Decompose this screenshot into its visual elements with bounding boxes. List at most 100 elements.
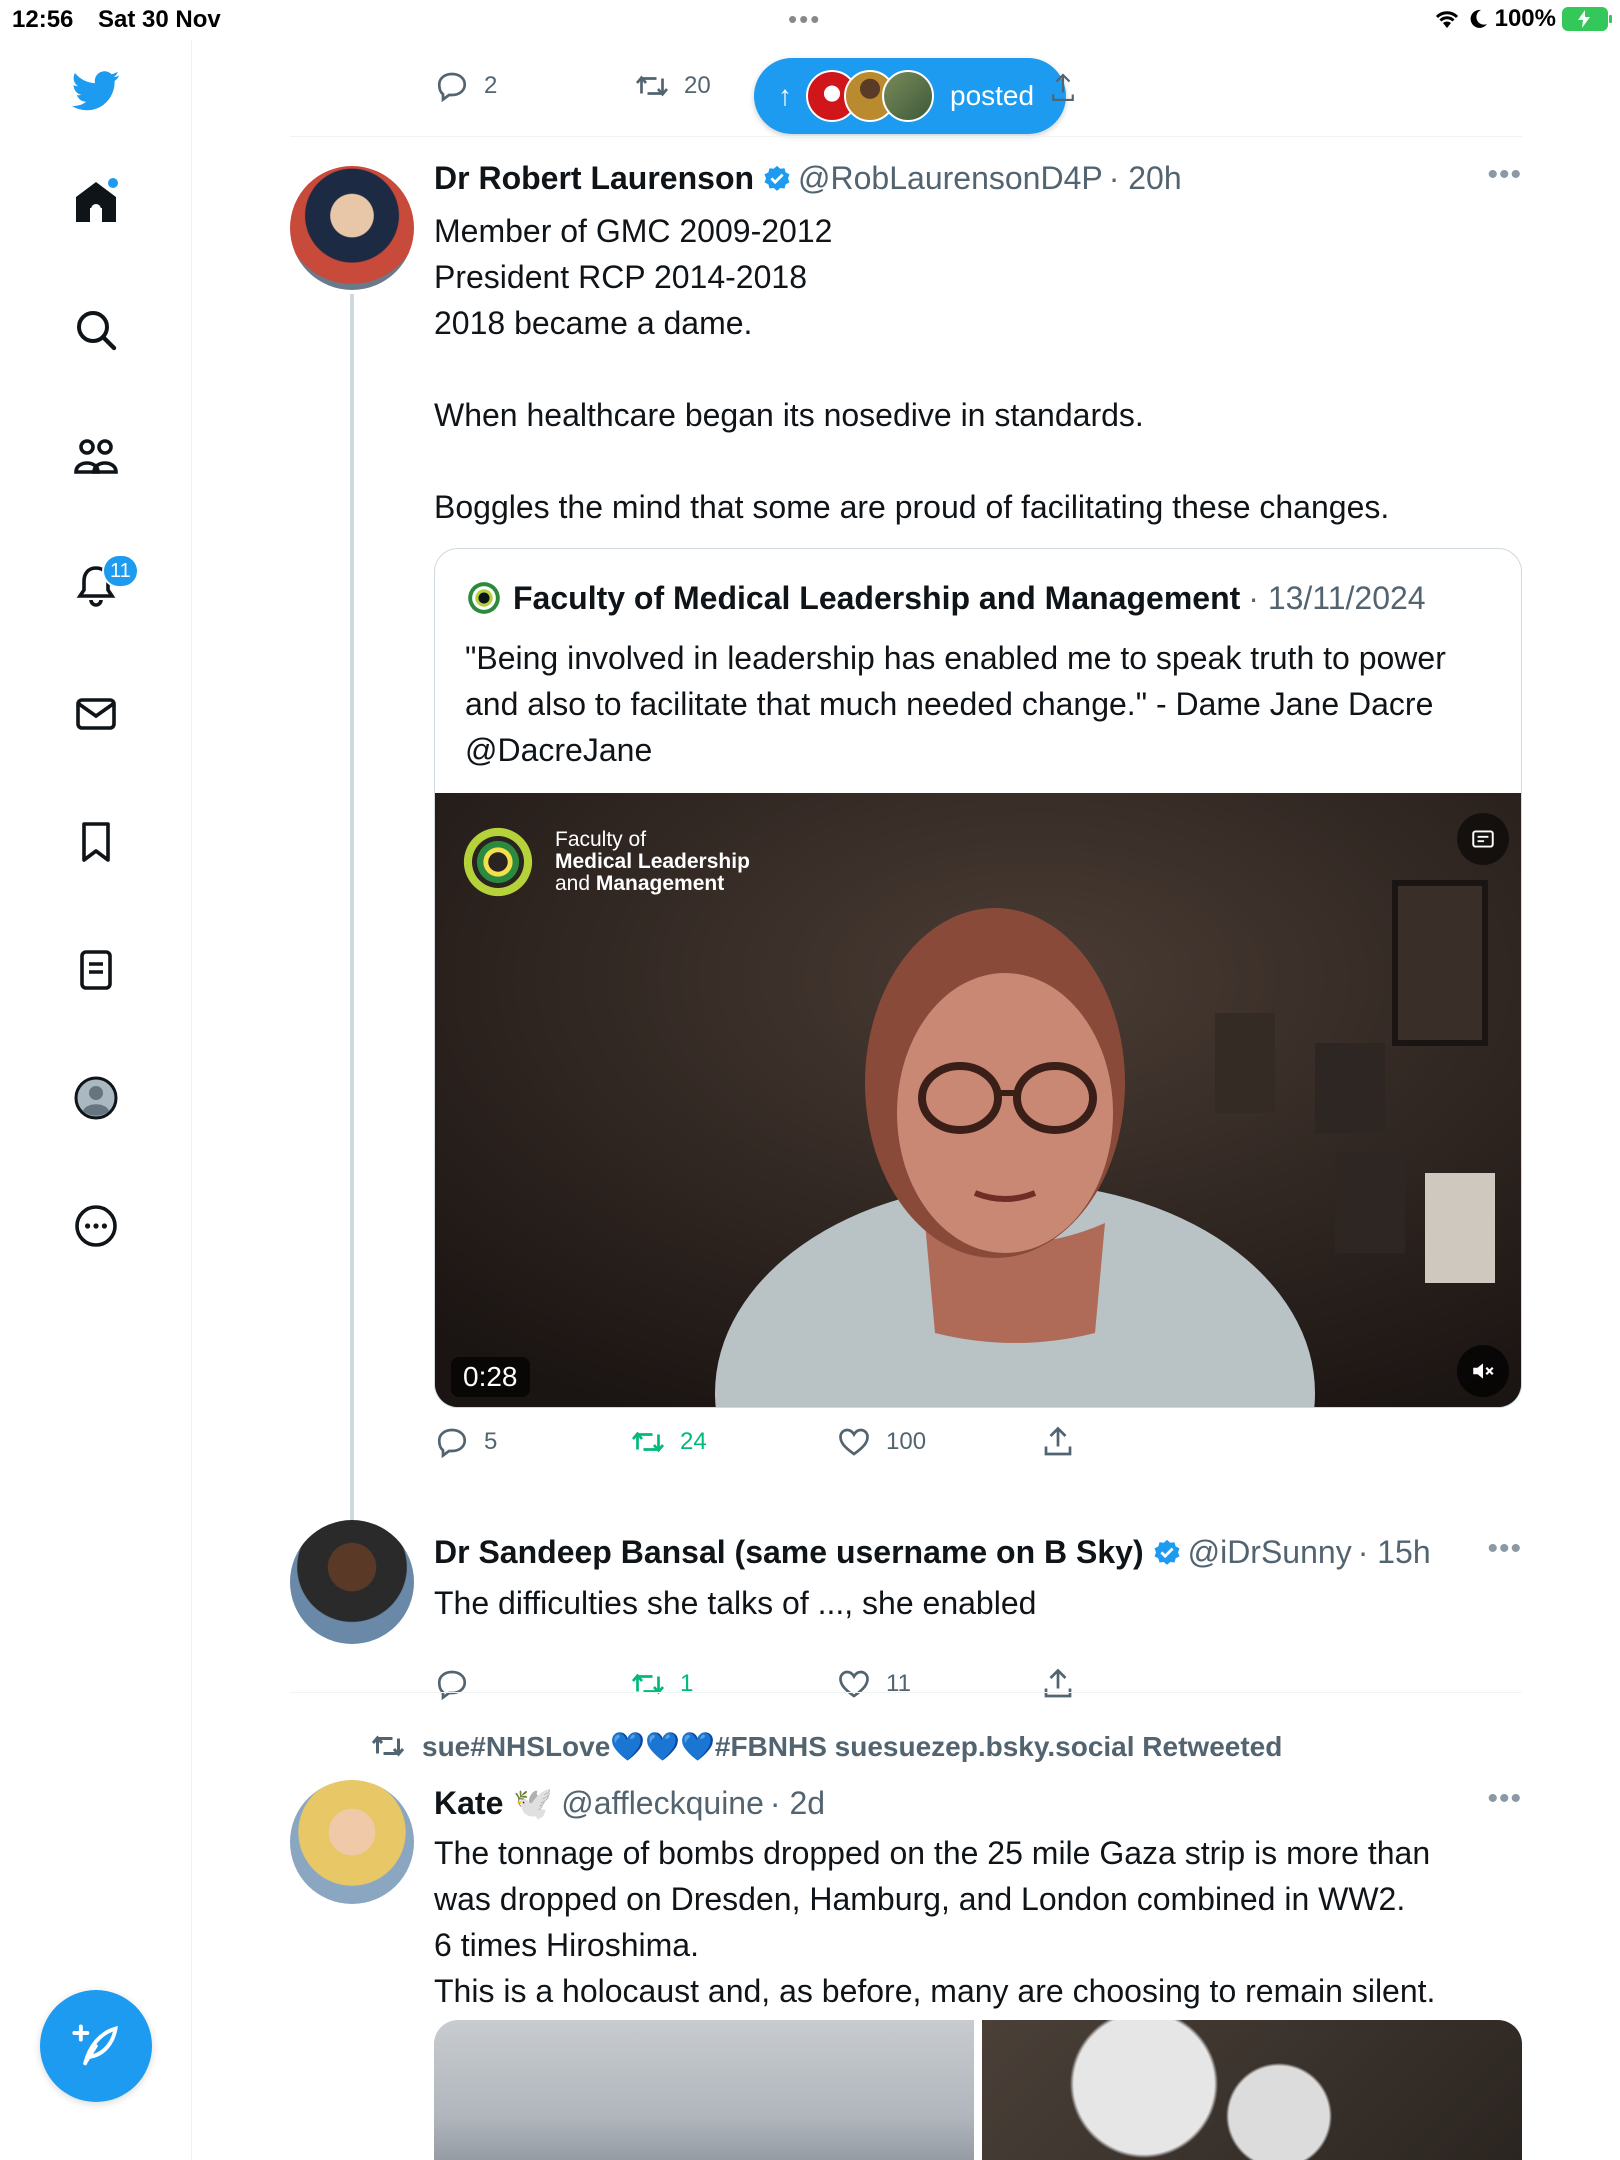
compose-tweet-button[interactable] (40, 1990, 152, 2102)
video-settings-icon (1472, 830, 1494, 848)
sidebar: 11 (0, 40, 192, 2160)
more-menu-icon[interactable]: ••• (1487, 1532, 1522, 1566)
retweet-button[interactable]: 1 (630, 1666, 693, 1702)
author-name[interactable]: Dr Robert Laurenson (434, 160, 754, 197)
tweet-time[interactable]: · 15h (1358, 1534, 1431, 1571)
video-watermark-logo: Faculty of Medical Leadership and Manage… (459, 823, 750, 901)
author-handle[interactable]: @iDrSunny (1188, 1534, 1352, 1571)
fmlm-logo-icon (468, 582, 500, 614)
retweet-count: 24 (680, 1428, 707, 1455)
more-options-icon[interactable] (60, 1190, 132, 1262)
status-time: 12:56 (12, 6, 74, 33)
reply-button[interactable]: 5 (434, 1424, 497, 1460)
compose-feather-icon (72, 2024, 118, 2066)
divider (290, 136, 1522, 137)
more-menu-icon[interactable]: ••• (1487, 1782, 1522, 1816)
battery-percent: 100% (1494, 5, 1556, 32)
reply-icon (437, 72, 467, 103)
notifications-bell-icon[interactable]: 11 (60, 550, 139, 622)
tweet-text: The tonnage of bombs dropped on the 25 m… (434, 1835, 1436, 2009)
like-button[interactable]: 11 (836, 1666, 911, 1702)
search-icon[interactable] (60, 294, 132, 366)
watermark-line: Medical Leadership (555, 850, 750, 873)
retweeted-by-line[interactable]: sue#NHSLove💙💙💙#FBNHS suesuezep.bsky.soci… (370, 1728, 1282, 1764)
wifi-icon (1435, 11, 1458, 28)
share-button[interactable] (1040, 1666, 1076, 1702)
home-icon[interactable] (60, 166, 132, 238)
more-menu-icon[interactable]: ••• (1487, 158, 1522, 192)
reply-count: 5 (484, 1428, 498, 1455)
communities-icon[interactable] (60, 422, 132, 494)
quote-text: "Being involved in leadership has enable… (465, 640, 1446, 768)
media-grid[interactable] (434, 2020, 1522, 2160)
lists-icon[interactable] (60, 934, 132, 1006)
bookmarks-icon[interactable] (60, 806, 132, 878)
verified-badge-icon (762, 164, 792, 194)
pill-label: posted (950, 80, 1035, 111)
quote-date: · 13/11/2024 (1248, 579, 1426, 616)
author-name[interactable]: Dr Sandeep Bansal (same username on B Sk… (434, 1534, 1144, 1571)
thread-line (350, 294, 354, 1524)
retweet-button[interactable]: 20 (634, 68, 711, 104)
retweet-button[interactable]: 24 (630, 1424, 707, 1460)
twitter-logo-icon[interactable] (60, 54, 132, 126)
messages-envelope-icon[interactable] (60, 678, 132, 750)
quote-author-name[interactable]: Faculty of Medical Leadership and Manage… (513, 580, 1240, 617)
retweet-icon (635, 75, 669, 97)
retweet-icon (631, 1673, 665, 1695)
video-duration: 0:28 (451, 1357, 530, 1397)
tweet-header: Kate 🕊️ @affleckquine · 2d (434, 1784, 825, 1822)
multitasking-dots-icon[interactable]: ••• (788, 4, 821, 35)
watermark-management: Management (595, 872, 725, 895)
reply-icon (437, 1428, 467, 1459)
author-name[interactable]: Kate (434, 1785, 503, 1822)
home-unread-dot (106, 176, 120, 190)
tweet-text: Member of GMC 2009-2012 President RCP 20… (434, 213, 1390, 525)
new-posts-pill[interactable]: ↑ posted (754, 58, 1066, 134)
divider (290, 1692, 1522, 1693)
retweet-count: 20 (684, 72, 711, 99)
heart-icon (839, 1428, 869, 1456)
moon-icon (1470, 9, 1487, 28)
heart-icon (839, 1670, 869, 1698)
battery-icon (1562, 7, 1612, 31)
tweet-header: Dr Sandeep Bansal (same username on B Sk… (434, 1534, 1431, 1571)
avatar[interactable] (290, 1520, 414, 1644)
reply-button[interactable]: 2 (434, 68, 497, 104)
reply-button[interactable] (434, 1666, 484, 1702)
retweet-count: 1 (680, 1670, 694, 1697)
share-icon (1044, 1668, 1072, 1698)
watermark-line: Faculty of (555, 828, 647, 851)
status-bar: 12:56 Sat 30 Nov ••• 100% (0, 0, 1620, 40)
reply-count: 2 (484, 72, 498, 99)
avatar[interactable] (290, 166, 414, 290)
author-handle[interactable]: @RobLaurensonD4P (798, 160, 1103, 197)
watermark-line: and Management (555, 873, 750, 895)
author-handle[interactable]: @affleckquine (561, 1785, 764, 1822)
status-right: 100% (1433, 5, 1612, 33)
arrow-up-icon: ↑ (778, 80, 792, 111)
speaker-muted-icon (1473, 1363, 1494, 1379)
tweet-time[interactable]: · 20h (1109, 160, 1182, 197)
media-image[interactable] (434, 2020, 974, 2160)
tweet-text: The difficulties she talks of ..., she e… (434, 1585, 1037, 1621)
share-button[interactable] (1040, 1424, 1076, 1460)
mute-toggle-button[interactable] (1457, 1345, 1509, 1397)
profile-avatar-icon[interactable] (60, 1062, 132, 1134)
avatar[interactable] (290, 1780, 414, 1904)
fmlm-ring-logo-icon (463, 827, 533, 897)
verified-badge-icon (1152, 1538, 1182, 1568)
like-button[interactable]: 100 (836, 1424, 926, 1460)
share-icon[interactable] (1050, 70, 1076, 106)
retweeted-by-text: sue#NHSLove💙💙💙#FBNHS suesuezep.bsky.soci… (422, 1730, 1283, 1762)
dove-emoji: 🕊️ (513, 1785, 554, 1821)
quote-tweet-card[interactable]: Faculty of Medical Leadership and Manage… (434, 548, 1522, 1408)
tweet-time[interactable]: · 2d (770, 1785, 825, 1822)
video-settings-button[interactable] (1457, 813, 1509, 865)
media-image[interactable] (982, 2020, 1522, 2160)
video-player[interactable]: Faculty of Medical Leadership and Manage… (435, 793, 1521, 1407)
retweet-icon (371, 1735, 405, 1757)
pill-avatar (882, 70, 934, 122)
retweet-icon (631, 1431, 665, 1453)
reply-icon (437, 1670, 467, 1701)
